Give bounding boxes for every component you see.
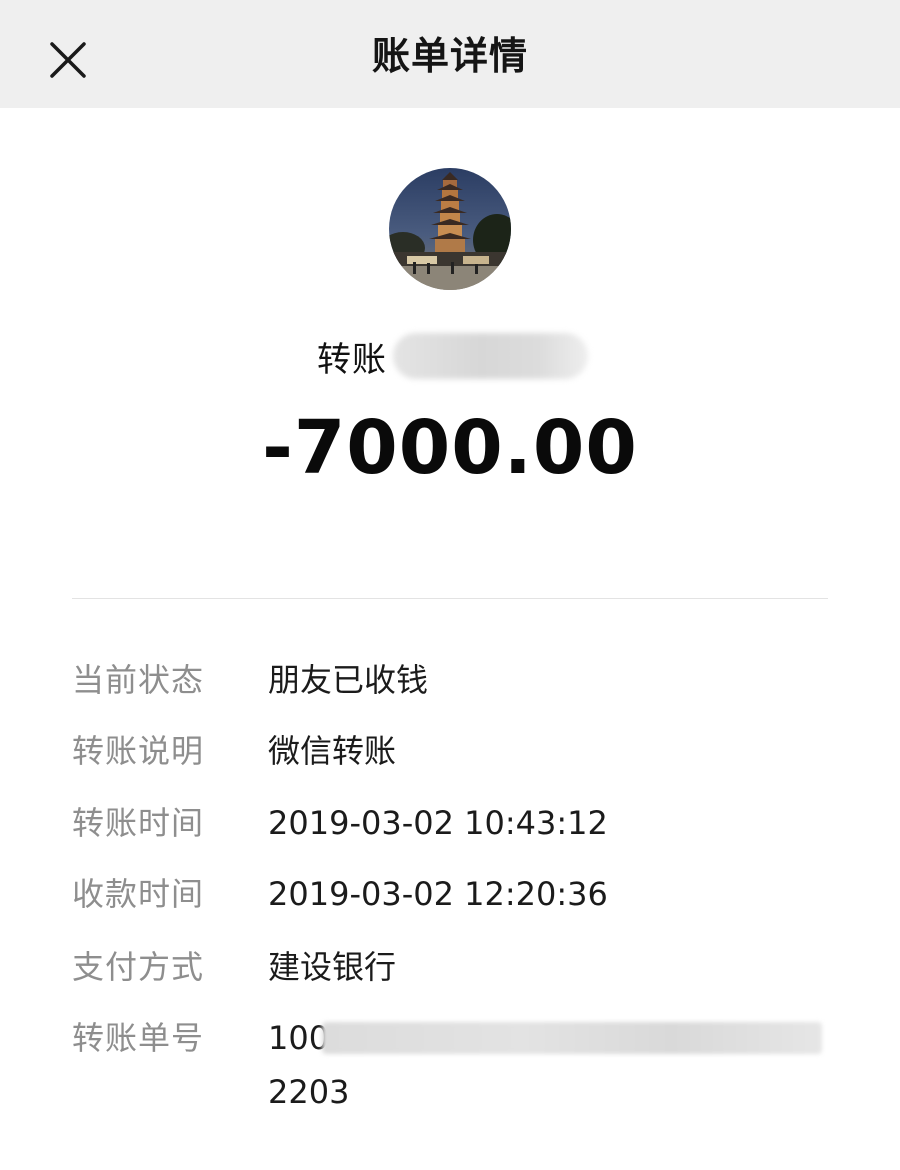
transfer-amount: -7000.00 xyxy=(262,405,638,491)
detail-row-payment-method: 支付方式 建设银行 xyxy=(72,937,832,997)
payee-label: 转账 xyxy=(317,339,387,380)
detail-value: 2019-03-02 12:20:36 xyxy=(268,875,608,913)
detail-value: 朋友已收钱 xyxy=(268,661,429,699)
detail-value: 建设银行 xyxy=(268,948,397,986)
detail-label: 转账单号 xyxy=(72,1019,205,1057)
detail-value: 微信转账 xyxy=(268,732,397,770)
detail-label: 支付方式 xyxy=(72,948,205,986)
avatar[interactable] xyxy=(389,168,511,290)
detail-value: 2019-03-02 10:43:12 xyxy=(268,804,608,842)
detail-value[interactable]: 100 xyxy=(268,1008,329,1068)
pagoda-photo xyxy=(389,168,511,290)
page-title: 账单详情 xyxy=(371,34,528,78)
detail-row-receive-time: 收款时间 2019-03-02 12:20:36 xyxy=(72,864,832,924)
detail-label: 当前状态 xyxy=(72,661,205,699)
detail-label: 转账时间 xyxy=(72,804,205,842)
divider xyxy=(72,598,828,599)
detail-label: 收款时间 xyxy=(72,875,205,913)
detail-label: 转账说明 xyxy=(72,732,205,770)
detail-row-status: 当前状态 朋友已收钱 xyxy=(72,650,832,710)
detail-row-note: 转账说明 微信转账 xyxy=(72,721,832,781)
payee-row: 转账 xyxy=(317,326,588,386)
order-number-redacted xyxy=(322,1022,822,1054)
detail-row-transfer-time: 转账时间 2019-03-02 10:43:12 xyxy=(72,793,832,853)
order-number-tail[interactable]: 2203 xyxy=(268,1062,349,1122)
payee-name-redacted xyxy=(393,333,588,379)
